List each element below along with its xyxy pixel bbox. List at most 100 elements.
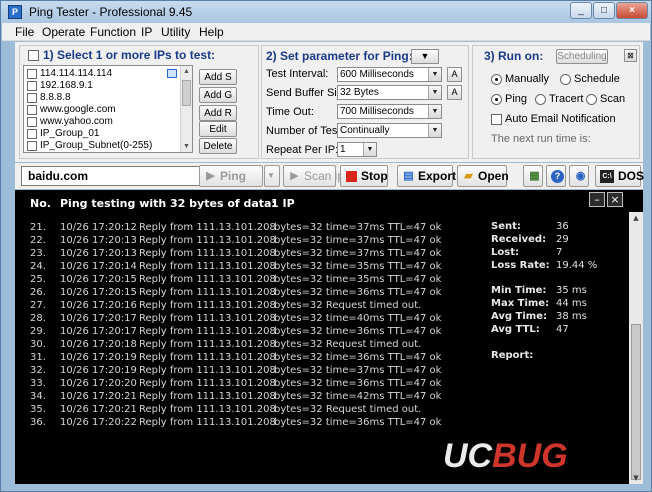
item-checkbox[interactable] (27, 129, 37, 139)
scroll-up-icon[interactable]: ▲ (629, 212, 643, 224)
max-time-value: 44 ms (556, 298, 587, 309)
list-item[interactable]: www.google.com (24, 104, 180, 116)
scheduling-button[interactable]: Scheduling (556, 49, 608, 64)
item-checkbox[interactable] (27, 81, 37, 91)
min-time-value: 35 ms (556, 285, 587, 296)
tracert-radio[interactable] (535, 94, 546, 105)
chevron-down-icon[interactable]: ▼ (428, 68, 441, 81)
scroll-thumb[interactable] (631, 324, 641, 480)
chevron-down-icon[interactable]: ▼ (428, 105, 441, 118)
chevron-down-icon[interactable]: ▼ (428, 124, 441, 137)
chart-tool-button[interactable]: ▦ (523, 165, 543, 187)
next-run-label: The next run time is: (491, 133, 591, 145)
console-header-ip-count: 1 IP (271, 197, 295, 210)
auto-email-checkbox[interactable] (491, 114, 502, 125)
max-time-label: Max Time: (491, 298, 550, 309)
export-button[interactable]: ▤ Export (397, 165, 456, 187)
loss-rate-value: 19.44 % (556, 260, 598, 271)
item-checkbox[interactable] (27, 141, 37, 151)
site-watermark-logo: UCBUG (443, 437, 568, 475)
list-item[interactable]: IP_Group_Subnet(0-255) (24, 140, 180, 152)
manually-label: Manually (505, 73, 550, 85)
tracert-label: Tracert (549, 93, 584, 105)
maximize-button[interactable]: □ (593, 2, 615, 19)
menu-file[interactable]: File (15, 25, 34, 39)
console-scrollbar[interactable]: ▲ ▼ (629, 212, 643, 484)
add-group-button[interactable]: Add G (199, 87, 237, 103)
sent-value: 36 (556, 221, 569, 232)
web-button[interactable]: ◉ (569, 165, 589, 187)
list-item[interactable]: www.yahoo.com (24, 116, 180, 128)
help-button[interactable]: ? (546, 165, 566, 187)
menu-ip[interactable]: IP (141, 25, 152, 39)
list-item[interactable]: 114.114.114.114 (24, 68, 180, 80)
edit-item-icon[interactable] (167, 69, 177, 78)
auto-email-label: Auto Email Notification (505, 113, 616, 125)
buffer-size-select[interactable]: 32 Bytes ▼ (337, 85, 442, 100)
console-close-icon[interactable]: × (607, 192, 623, 207)
collapse-icon[interactable]: ⊠ (624, 49, 637, 62)
ping-button[interactable]: ▶ Ping (199, 165, 263, 187)
add-single-button[interactable]: Add S (199, 69, 237, 85)
avg-ttl-label: Avg TTL: (491, 324, 540, 335)
menu-help[interactable]: Help (199, 25, 224, 39)
list-item[interactable]: 192.168.9.1 (24, 80, 180, 92)
item-checkbox[interactable] (27, 69, 37, 79)
target-input[interactable]: baidu.com (21, 166, 202, 186)
console-minimize-button[interactable]: – (589, 192, 605, 207)
item-checkbox[interactable] (27, 93, 37, 103)
chevron-down-icon[interactable]: ▼ (428, 86, 441, 99)
sent-label: Sent: (491, 221, 521, 232)
parameter-preset-dropdown[interactable]: ▼ (411, 49, 439, 64)
scroll-down-icon[interactable]: ▼ (629, 472, 643, 484)
add-range-button[interactable]: Add R (199, 105, 237, 121)
number-of-test-select[interactable]: Continually ▼ (337, 123, 442, 138)
toolbar: baidu.com ▶ Ping ▼ ▶ Scan ip Stop ▤ Export … (15, 163, 644, 189)
manually-radio[interactable] (491, 74, 502, 85)
menu-utility[interactable]: Utility (161, 25, 190, 39)
close-button[interactable]: × (616, 2, 648, 19)
number-of-test-label: Number of Test: (266, 125, 344, 137)
schedule-radio[interactable] (560, 74, 571, 85)
chevron-down-icon[interactable]: ▼ (363, 143, 376, 156)
item-checkbox[interactable] (27, 117, 37, 127)
scroll-thumb[interactable] (182, 80, 191, 106)
app-window: P Ping Tester - Professional 9.45 _ □ × … (0, 0, 652, 492)
scan-radio[interactable] (586, 94, 597, 105)
scan-ip-button[interactable]: ▶ Scan ip (283, 165, 344, 187)
schedule-label: Schedule (574, 73, 620, 85)
section2-title: 2) Set parameter for Ping: (266, 49, 413, 63)
item-checkbox[interactable] (27, 105, 37, 115)
ping-options-dropdown[interactable]: ▼ (264, 165, 280, 187)
ip-list-scrollbar[interactable]: ▲ ▼ (180, 66, 192, 152)
ping-icon: ▶ (206, 170, 215, 182)
menu-operate[interactable]: Operate (42, 25, 85, 39)
test-interval-select[interactable]: 600 Milliseconds ▼ (337, 67, 442, 82)
scroll-up-icon[interactable]: ▲ (181, 66, 192, 77)
section3-title: 3) Run on: (484, 49, 544, 63)
repeat-per-ip-select[interactable]: 1 ▼ (337, 142, 377, 157)
minimize-button[interactable]: _ (570, 2, 592, 19)
select-all-checkbox[interactable] (28, 50, 39, 61)
ip-list[interactable]: 114.114.114.114 192.168.9.1 8.8.8.8 www.… (23, 65, 193, 153)
edit-button[interactable]: Edit (199, 121, 237, 137)
ping-radio[interactable] (491, 94, 502, 105)
timeout-select[interactable]: 700 Milliseconds ▼ (337, 104, 442, 119)
scroll-down-icon[interactable]: ▼ (181, 141, 192, 152)
stop-button[interactable]: Stop (340, 165, 388, 187)
open-button[interactable]: ▰ Open (457, 165, 509, 187)
buffer-size-a-button[interactable]: A (447, 85, 462, 100)
globe-icon: ◉ (575, 170, 586, 182)
test-interval-a-button[interactable]: A (447, 67, 462, 82)
delete-button[interactable]: Delete (199, 138, 237, 154)
app-icon: P (8, 5, 22, 19)
dos-button[interactable]: C:\ DOS (595, 165, 644, 187)
loss-rate-label: Loss Rate: (491, 260, 550, 271)
menu-function[interactable]: Function (90, 25, 136, 39)
console-icon: C:\ (600, 170, 614, 183)
list-item[interactable]: 8.8.8.8 (24, 92, 180, 104)
avg-time-label: Avg Time: (491, 311, 547, 322)
open-folder-icon: ▰ (464, 170, 473, 182)
list-item[interactable]: IP_Group_01 (24, 128, 180, 140)
ping-label: Ping (505, 93, 528, 105)
